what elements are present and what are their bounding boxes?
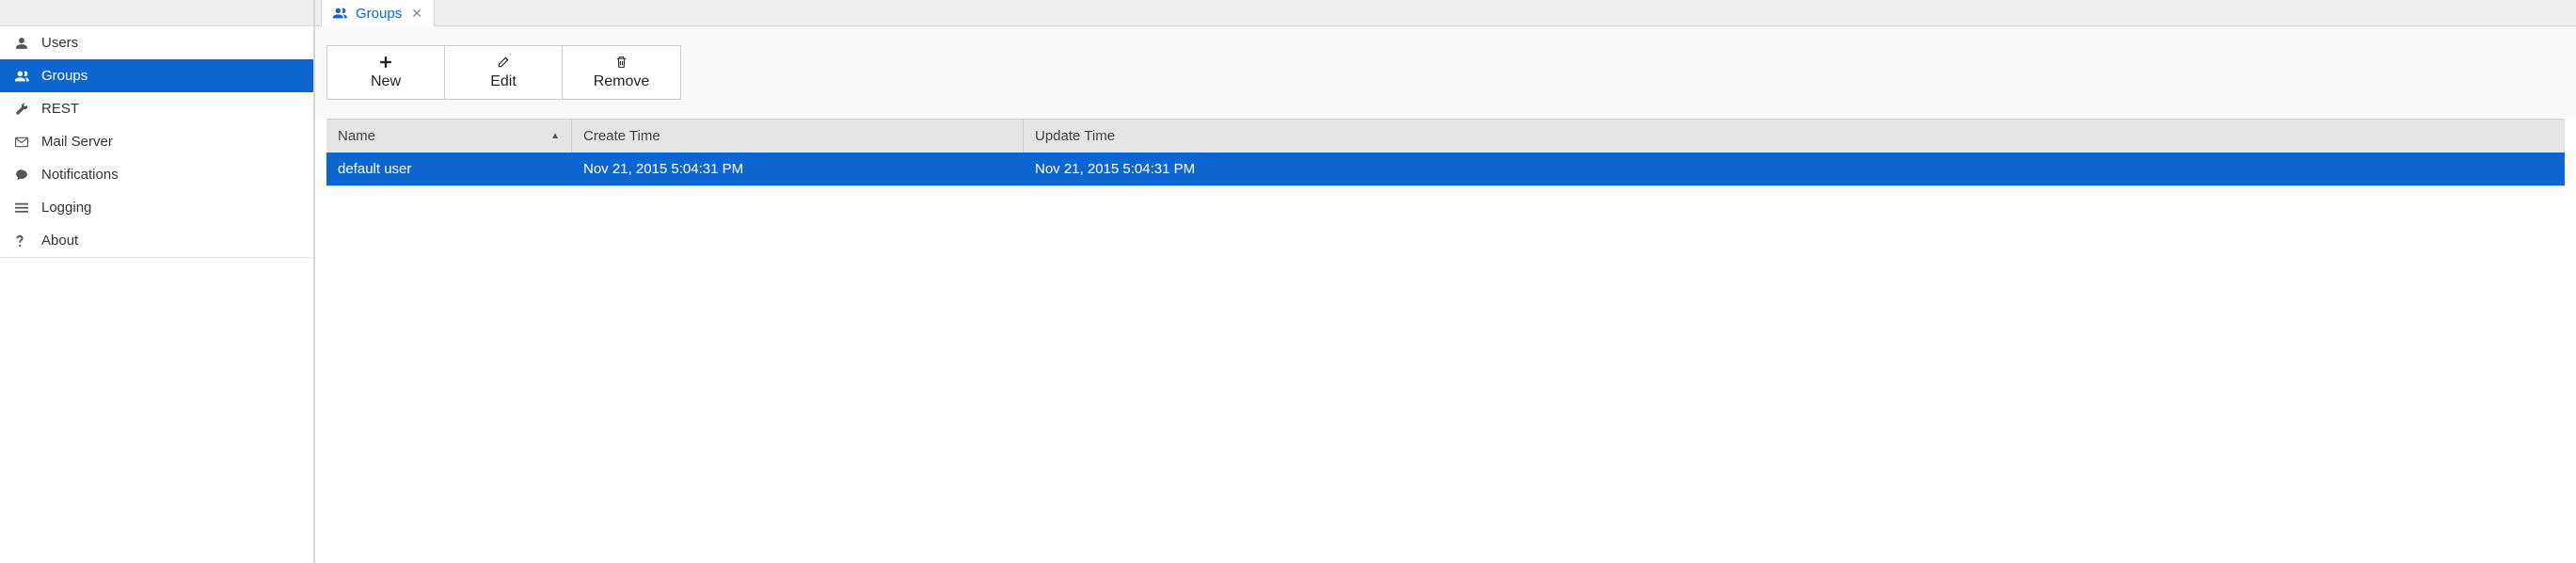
chat-icon [15, 169, 41, 182]
sidebar: Users Groups REST Mail Server Notificati… [0, 0, 314, 563]
sidebar-item-mail-server[interactable]: Mail Server [0, 125, 313, 158]
sidebar-item-notifications[interactable]: Notifications [0, 158, 313, 191]
sidebar-header [0, 0, 313, 26]
groups-table: Name ▲ Create Time Update Time default u… [326, 119, 2565, 186]
cell-update-time: Nov 21, 2015 5:04:31 PM [1023, 153, 2565, 185]
edit-button[interactable]: Edit [445, 46, 563, 99]
tab-groups[interactable]: Groups ✕ [321, 0, 435, 26]
sidebar-item-label: Users [41, 35, 78, 51]
tab-label: Groups [356, 6, 402, 22]
sidebar-item-users[interactable]: Users [0, 26, 313, 59]
sidebar-item-label: Logging [41, 200, 91, 216]
divider [0, 257, 313, 258]
tab-bar: Groups ✕ [315, 0, 2576, 26]
sidebar-item-about[interactable]: About [0, 224, 313, 257]
users-icon [333, 7, 348, 20]
wrench-icon [15, 103, 41, 116]
toolbar: New Edit Remove [315, 26, 2576, 119]
cell-create-time: Nov 21, 2015 5:04:31 PM [571, 153, 1023, 185]
column-label: Update Time [1035, 128, 1115, 144]
trash-icon [615, 56, 628, 69]
remove-button[interactable]: Remove [563, 46, 680, 99]
new-button[interactable]: New [327, 46, 445, 99]
bars-icon [15, 202, 41, 214]
column-header-create-time[interactable]: Create Time [571, 120, 1023, 153]
sidebar-item-label: REST [41, 101, 79, 117]
column-label: Name [338, 128, 375, 144]
sidebar-item-label: About [41, 233, 78, 249]
plus-icon [379, 56, 392, 69]
sidebar-item-label: Groups [41, 68, 87, 84]
main: Groups ✕ New Edit Remove [314, 0, 2576, 563]
sort-asc-icon: ▲ [550, 131, 560, 141]
users-icon [15, 70, 41, 83]
button-label: New [371, 73, 401, 90]
table-header: Name ▲ Create Time Update Time [326, 120, 2565, 153]
close-icon[interactable]: ✕ [411, 6, 422, 22]
column-label: Create Time [583, 128, 660, 144]
button-label: Remove [594, 73, 650, 90]
column-header-update-time[interactable]: Update Time [1023, 120, 2565, 153]
sidebar-item-label: Mail Server [41, 134, 113, 150]
mail-icon [15, 137, 41, 148]
user-icon [15, 37, 41, 50]
sidebar-item-label: Notifications [41, 167, 119, 183]
column-header-name[interactable]: Name ▲ [326, 120, 571, 153]
sidebar-item-groups[interactable]: Groups [0, 59, 313, 92]
cell-name: default user [326, 153, 571, 185]
button-label: Edit [490, 73, 517, 90]
edit-icon [497, 56, 510, 69]
table-row[interactable]: default user Nov 21, 2015 5:04:31 PM Nov… [326, 153, 2565, 185]
question-icon [15, 234, 41, 248]
sidebar-item-rest[interactable]: REST [0, 92, 313, 125]
sidebar-item-logging[interactable]: Logging [0, 191, 313, 224]
